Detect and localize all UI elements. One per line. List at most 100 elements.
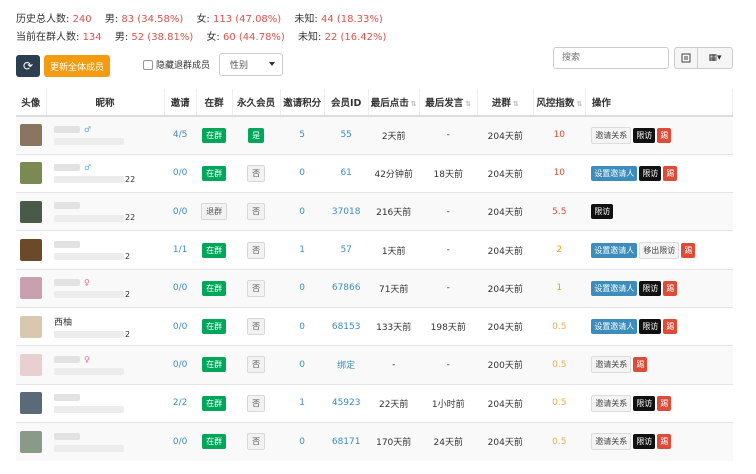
column-header[interactable]: 风控指数 ⇅ [533, 89, 586, 117]
invite-cell[interactable]: 0/0 [164, 268, 197, 308]
vip-badge[interactable]: 否 [247, 164, 266, 182]
update-all-members-button[interactable]: 更新全体成员 [44, 55, 110, 77]
action-button[interactable]: 邀请关系 [591, 394, 632, 412]
invite-cell[interactable]: 0/0 [164, 306, 197, 346]
invite-cell[interactable]: 0/0 [164, 153, 197, 193]
vip-badge[interactable]: 否 [247, 203, 266, 221]
action-button[interactable]: 邀请关系 [591, 433, 632, 451]
gender-select[interactable]: 性别 [219, 53, 283, 76]
avatar[interactable] [20, 430, 42, 453]
invite-cell[interactable]: 1/1 [164, 230, 197, 270]
points-cell[interactable]: 0 [280, 421, 325, 461]
gender-icon: ♀ [84, 277, 90, 287]
columns-toggle-button[interactable]: ▦▾ [697, 47, 733, 69]
sort-icon[interactable]: ⇅ [576, 100, 582, 108]
blurred-username [54, 291, 125, 299]
action-button[interactable]: 限访 [639, 319, 662, 335]
column-header-label: 昵称 [95, 98, 115, 109]
vip-badge[interactable]: 否 [247, 318, 266, 336]
checkbox-box[interactable] [143, 59, 153, 70]
search-input[interactable] [553, 47, 669, 69]
invite-cell[interactable]: 0/0 [164, 345, 197, 385]
sort-icon[interactable]: ⇅ [513, 100, 519, 108]
sort-icon[interactable]: ⇅ [411, 100, 417, 108]
action-button[interactable]: 设置邀请人 [591, 242, 638, 258]
member-id-link[interactable]: 37018 [324, 192, 369, 231]
action-button[interactable]: 设置邀请人 [591, 165, 638, 181]
member-id-link[interactable]: 68153 [324, 306, 369, 346]
avatar[interactable] [20, 277, 42, 300]
action-button[interactable]: 踢 [633, 357, 648, 373]
vip-badge[interactable]: 否 [247, 241, 266, 259]
action-button[interactable]: 踢 [657, 127, 672, 143]
vip-badge[interactable]: 否 [247, 279, 266, 297]
invite-cell[interactable]: 0/0 [164, 192, 197, 231]
points-cell[interactable]: 0 [280, 345, 325, 385]
action-button[interactable]: 设置邀请人 [591, 280, 638, 296]
operations-cell: 邀请关系 限访踢 [585, 421, 733, 461]
column-header[interactable]: 最后发言 ⇅ [419, 89, 478, 117]
action-button[interactable]: 限访 [639, 280, 662, 296]
history-total-label: 历史总人数: [16, 14, 70, 25]
ingroup-badge: 退群 [201, 203, 228, 221]
action-button[interactable]: 踢 [663, 280, 678, 296]
invite-cell[interactable]: 4/5 [164, 115, 197, 155]
avatar[interactable] [20, 239, 42, 262]
operations-cell: 邀请关系 限访踢 [585, 383, 733, 423]
action-button[interactable]: 限访 [591, 204, 614, 220]
member-id-link[interactable]: 绑定 [324, 345, 369, 385]
export-button[interactable] [674, 47, 698, 69]
action-button[interactable]: 踢 [681, 242, 696, 258]
vip-badge[interactable]: 是 [248, 127, 265, 143]
column-header[interactable]: 最后点击 ⇅ [368, 89, 420, 117]
points-cell[interactable]: 0 [280, 268, 325, 308]
action-button[interactable]: 踢 [657, 395, 672, 411]
points-cell[interactable]: 0 [280, 306, 325, 346]
column-header-label: 操作 [591, 98, 611, 109]
points-cell[interactable]: 0 [280, 192, 325, 231]
member-id-link[interactable]: 55 [324, 115, 369, 155]
action-button[interactable]: 限访 [633, 395, 656, 411]
action-button[interactable]: 踢 [663, 165, 678, 181]
member-id-link[interactable]: 67866 [324, 268, 369, 308]
points-cell[interactable]: 1 [280, 230, 325, 270]
hide-left-members-checkbox[interactable]: 隐藏退群成员 [143, 58, 210, 71]
action-button[interactable]: 邀请关系 [591, 126, 632, 144]
avatar[interactable] [20, 353, 42, 376]
member-id-link[interactable]: 57 [324, 230, 369, 270]
column-header-label: 头像 [21, 98, 41, 109]
vip-badge[interactable]: 否 [247, 356, 266, 374]
refresh-button[interactable]: ⟳ [16, 55, 40, 77]
column-header[interactable]: 进群 ⇅ [477, 89, 534, 117]
vip-badge[interactable]: 否 [247, 433, 266, 451]
current-male-label: 男: [114, 32, 129, 43]
avatar[interactable] [20, 124, 42, 147]
action-button[interactable]: 限访 [633, 127, 656, 143]
action-button[interactable]: 踢 [663, 319, 678, 335]
gender-icon: ♀ [84, 354, 90, 364]
action-button[interactable]: 踢 [657, 434, 672, 450]
sort-icon[interactable]: ⇅ [465, 100, 471, 108]
action-button[interactable]: 移出限访 [639, 241, 680, 259]
member-id-link[interactable]: 61 [324, 153, 369, 193]
points-cell[interactable]: 1 [280, 383, 325, 423]
points-cell[interactable]: 0 [280, 153, 325, 193]
member-id-link[interactable]: 68171 [324, 421, 369, 461]
operations-cell: 限访 [585, 192, 733, 231]
points-cell[interactable]: 5 [280, 115, 325, 155]
avatar[interactable] [20, 162, 42, 185]
invite-cell[interactable]: 0/0 [164, 421, 197, 461]
action-button[interactable]: 邀请关系 [591, 356, 632, 374]
username-suffix: 2 [125, 289, 131, 299]
avatar[interactable] [20, 315, 42, 338]
avatar[interactable] [20, 200, 42, 223]
avatar[interactable] [20, 392, 42, 415]
member-id-link[interactable]: 45923 [324, 383, 369, 423]
action-button[interactable]: 限访 [639, 165, 662, 181]
action-button[interactable]: 设置邀请人 [591, 319, 638, 335]
vip-cell: 否 [232, 306, 281, 346]
action-button[interactable]: 限访 [633, 434, 656, 450]
ingroup-badge: 在群 [202, 319, 227, 335]
invite-cell[interactable]: 2/2 [164, 383, 197, 423]
vip-badge[interactable]: 否 [247, 394, 266, 412]
